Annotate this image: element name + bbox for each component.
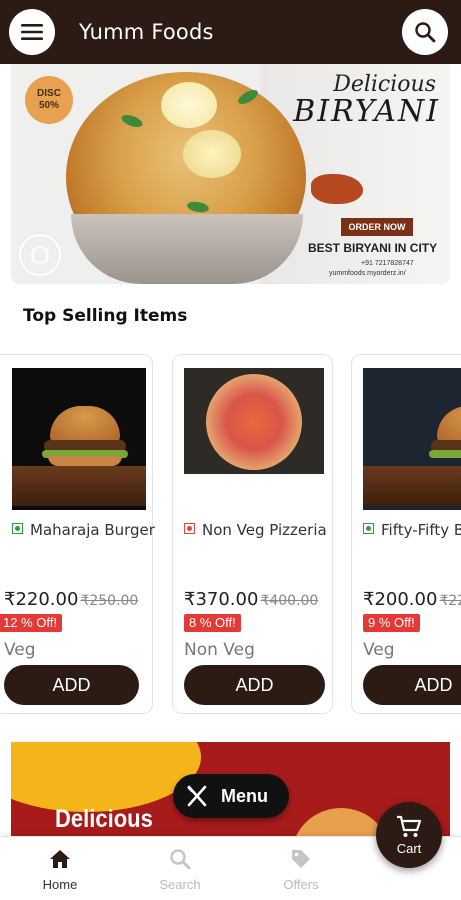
cart-icon <box>397 815 422 837</box>
fork-knife-icon <box>187 785 207 807</box>
nav-search[interactable]: Search <box>140 847 220 892</box>
price-row: ₹200.00₹220.00 <box>363 589 461 610</box>
product-mrp: ₹250.00 <box>80 593 139 609</box>
price-row: ₹370.00 ₹400.00 <box>184 589 318 610</box>
discount-tag: 8 % Off! <box>184 614 241 632</box>
veg-indicator-icon <box>363 523 374 534</box>
cart-label: Cart <box>396 840 422 856</box>
cutlery-icon <box>31 246 49 264</box>
discount-tag: 12 % Off! <box>0 614 62 632</box>
menu-fab-label: Menu <box>221 785 268 806</box>
menu-button[interactable] <box>9 9 55 55</box>
nav-search-label: Search <box>159 877 201 892</box>
product-name: Maharaja Burger <box>30 521 155 539</box>
nav-home-label: Home <box>42 877 78 892</box>
product-price: ₹220.00 <box>4 589 79 610</box>
nav-home[interactable]: Home <box>20 847 100 892</box>
menu-fab-button[interactable]: Menu <box>173 774 289 818</box>
promo-text: Delicious <box>55 804 153 833</box>
egg-garnish <box>161 82 217 128</box>
bowl-rim <box>71 214 303 284</box>
promo-yellow-shape <box>11 742 201 812</box>
search-icon <box>170 849 191 870</box>
product-price: ₹200.00 <box>363 589 438 610</box>
product-name: Fifty-Fifty Burger <box>381 521 461 539</box>
veg-indicator-icon <box>12 523 23 534</box>
nonveg-indicator-icon <box>184 523 195 534</box>
top-app-bar: Yumm Foods <box>0 0 461 64</box>
add-button[interactable]: ADD <box>363 665 461 705</box>
cart-fab-button[interactable]: Cart <box>376 802 442 868</box>
hero-title: BIRYANI <box>293 94 440 129</box>
tag-icon <box>292 850 310 868</box>
product-price: ₹370.00 <box>184 589 259 610</box>
product-name: Non Veg Pizzeria <box>202 521 327 539</box>
discount-badge: DISC 50% <box>25 76 73 124</box>
product-mrp: ₹220.00 <box>439 593 461 609</box>
nav-offers-label: Offers <box>283 877 319 892</box>
search-button[interactable] <box>402 9 448 55</box>
home-icon <box>50 850 70 868</box>
product-mrp: ₹400.00 <box>260 593 319 609</box>
price-row: ₹220.00 ₹250.00 <box>4 589 138 610</box>
order-now-button[interactable]: ORDER NOW <box>341 218 413 236</box>
top-selling-carousel[interactable]: Maharaja Burger ₹220.00 ₹250.00 12 % Off!… <box>0 354 461 716</box>
hero-banner[interactable]: DISC 50% Delicious BIRYANI ORDER NOW BES… <box>11 64 450 284</box>
discount-badge-line1: DISC <box>37 88 61 99</box>
app-screen: Yumm Foods DISC 50% Delicious BIRYANI OR… <box>0 0 461 900</box>
egg-garnish <box>183 130 241 178</box>
plate-cutlery-icon <box>19 234 61 276</box>
chicken-leg <box>311 174 363 204</box>
section-title: Top Selling Items <box>23 306 188 326</box>
product-card[interactable]: Fifty-Fifty Burger ₹200.00₹220.00 9 % Of… <box>351 354 461 714</box>
hero-tagline: BEST BIRYANI IN CITY <box>308 241 438 255</box>
search-icon <box>415 22 436 43</box>
hero-phone: +91 7217828747 <box>361 260 414 267</box>
hamburger-icon <box>21 24 43 40</box>
product-card[interactable]: Non Veg Pizzeria ₹370.00 ₹400.00 8 % Off!… <box>172 354 333 714</box>
app-title: Yumm Foods <box>79 20 214 44</box>
product-type: Veg <box>363 640 395 660</box>
add-button[interactable]: ADD <box>184 665 325 705</box>
discount-tag: 9 % Off! <box>363 614 420 632</box>
product-type: Veg <box>4 640 36 660</box>
hero-website: yummfoods.myorderz.in/ <box>329 270 406 277</box>
nav-offers[interactable]: Offers <box>261 847 341 892</box>
product-card[interactable]: Maharaja Burger ₹220.00 ₹250.00 12 % Off!… <box>0 354 155 714</box>
product-type: Non Veg <box>184 640 255 660</box>
add-button[interactable]: ADD <box>4 665 139 705</box>
discount-badge-line2: 50% <box>38 100 59 111</box>
